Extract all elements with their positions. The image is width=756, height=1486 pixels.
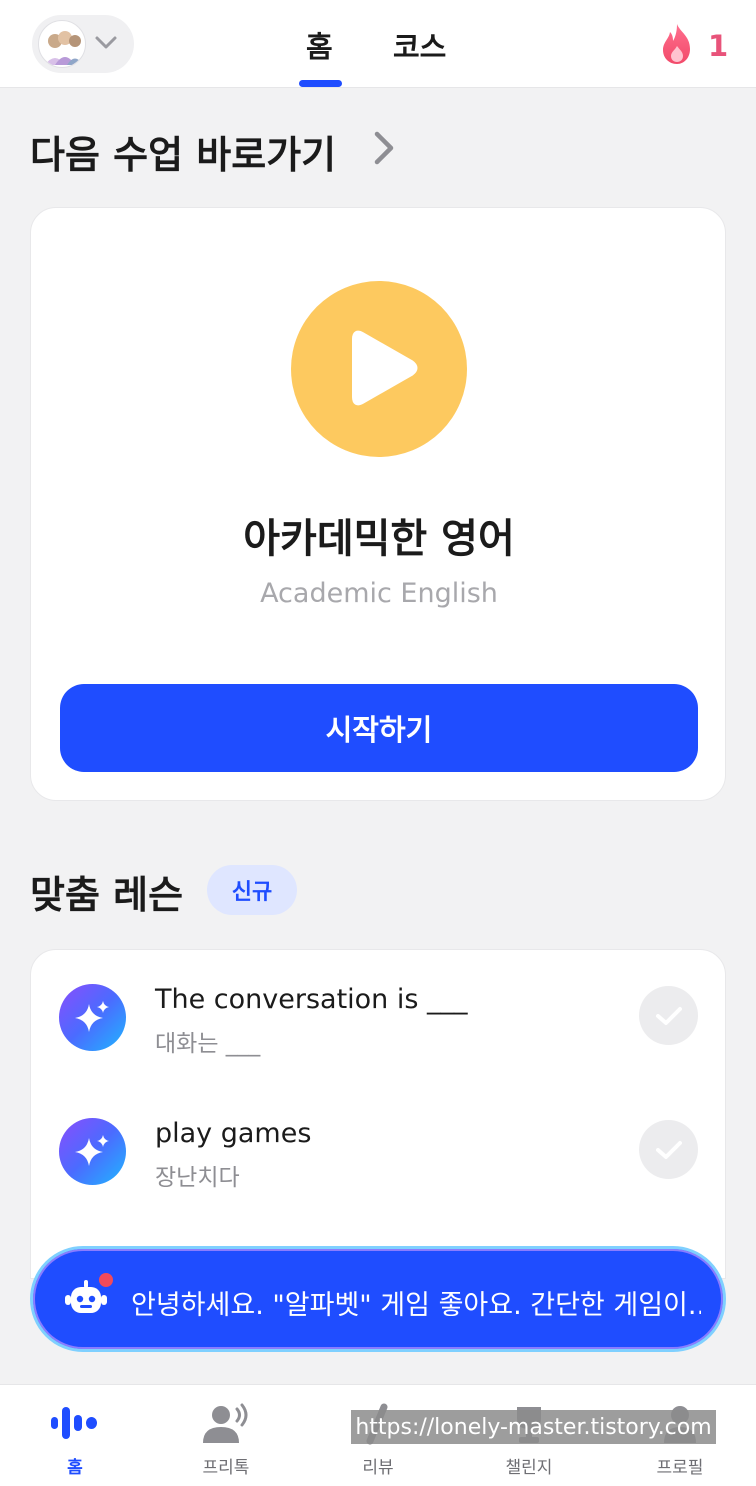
streak-counter[interactable]: 1 [658, 22, 728, 70]
start-button[interactable]: 시작하기 [60, 684, 698, 772]
nav-label: 리뷰 [362, 1458, 394, 1478]
chat-message: 안녕하세요. "알파벳" 게임 좋아요. 간단한 게임이... [131, 1290, 701, 1321]
tab-course[interactable]: 코스 [393, 24, 446, 66]
list-item[interactable]: play games 장난치다 [31, 1118, 727, 1228]
fire-icon [658, 22, 696, 70]
lesson-subtitle: Academic English [260, 578, 498, 609]
streak-count: 1 [708, 29, 729, 63]
new-badge: 신규 [207, 865, 297, 915]
lesson-title: 아카데믹한 영어 [243, 516, 515, 562]
item-subtitle: 장난치다 [155, 1165, 240, 1191]
nav-item-home[interactable]: 홈 [15, 1385, 135, 1486]
play-icon [352, 330, 418, 406]
nav-label: 홈 [67, 1458, 83, 1478]
sparkle-icon [59, 1118, 126, 1185]
list-item[interactable]: The conversation is ___ 대화는 ___ [31, 984, 727, 1094]
play-button[interactable] [291, 281, 467, 457]
nav-item-freetalk[interactable]: 프리톡 [166, 1385, 286, 1486]
avatar [38, 20, 86, 68]
next-lesson-card: 아카데믹한 영어 Academic English 시작하기 [30, 207, 726, 801]
check-icon [655, 1006, 682, 1025]
notification-dot [99, 1273, 113, 1287]
chevron-right-icon[interactable] [372, 130, 396, 170]
voice-wave-icon [15, 1403, 135, 1447]
next-lesson-heading[interactable]: 다음 수업 바로가기 [30, 124, 336, 179]
check-button[interactable] [639, 986, 698, 1045]
item-title: The conversation is ___ [155, 984, 468, 1015]
custom-lessons-heading: 맞춤 레슨 [30, 873, 184, 917]
nav-label: 프리톡 [202, 1458, 250, 1478]
chevron-down-icon [94, 35, 118, 55]
watermark-overlay: https://lonely-master.tistory.com [351, 1410, 716, 1444]
nav-label: 챌린지 [505, 1458, 553, 1478]
top-header: 홈 코스 1 [0, 0, 756, 88]
active-tab-indicator [299, 80, 342, 87]
profile-switcher[interactable] [32, 15, 134, 73]
ai-chat-bar[interactable]: 안녕하세요. "알파벳" 게임 좋아요. 간단한 게임이... [30, 1246, 726, 1352]
check-icon [655, 1140, 682, 1159]
nav-label: 프로필 [656, 1458, 704, 1478]
speaking-person-icon [166, 1403, 286, 1447]
item-subtitle: 대화는 ___ [155, 1031, 261, 1057]
check-button[interactable] [639, 1120, 698, 1179]
sparkle-icon [59, 984, 126, 1051]
custom-lessons-list: The conversation is ___ 대화는 ___ play gam… [30, 949, 726, 1279]
item-title: play games [155, 1118, 312, 1149]
tab-home[interactable]: 홈 [306, 24, 333, 66]
